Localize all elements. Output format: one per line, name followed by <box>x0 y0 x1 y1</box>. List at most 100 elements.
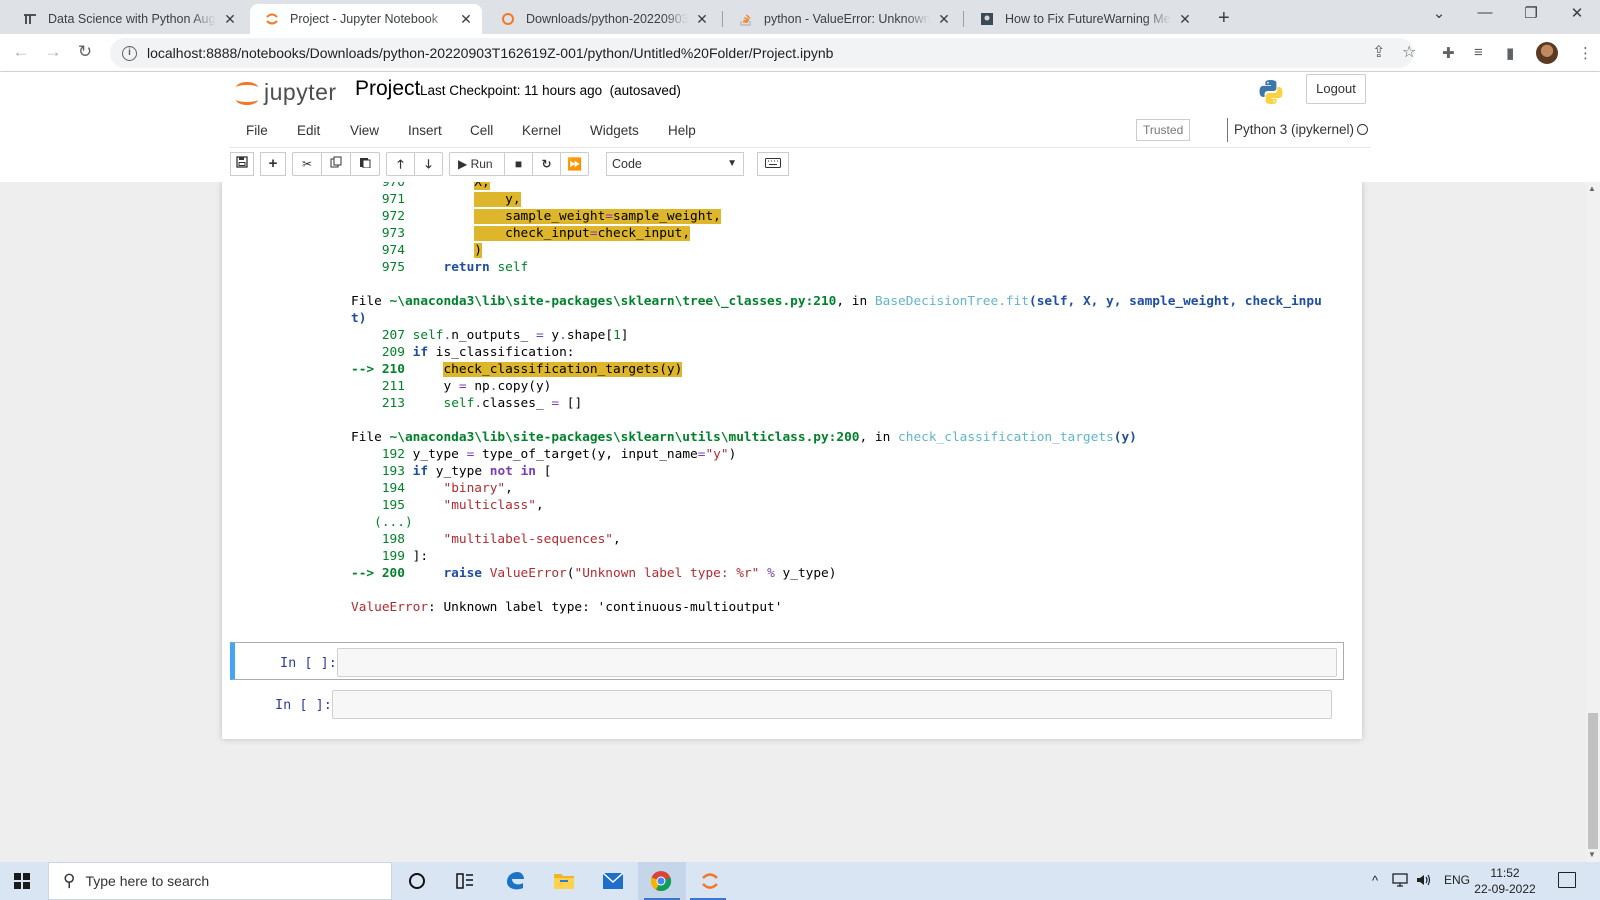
cell-prompt: In [ ]: <box>275 697 332 713</box>
menu-widgets[interactable]: Widgets <box>590 123 639 138</box>
extensions-icon[interactable]: ✚ <box>1442 44 1455 62</box>
move-down-button[interactable]: 🡓 <box>414 152 443 176</box>
arrow-down-icon: 🡓 <box>425 157 432 171</box>
run-label: Run <box>470 157 493 171</box>
restart-button[interactable]: ↻ <box>532 152 561 176</box>
restart-icon: ↻ <box>541 157 552 171</box>
save-icon <box>236 156 248 168</box>
scrollbar-thumb[interactable] <box>1588 713 1598 849</box>
new-tab-icon[interactable]: + <box>1218 7 1230 30</box>
jupyter-logo[interactable]: jupyter <box>236 78 337 106</box>
code-cell-selected[interactable]: In [ ]: <box>230 642 1344 680</box>
taskbar-clock[interactable]: 11:52 22-09-2022 <box>1470 865 1540 897</box>
browser-tab-2[interactable]: Project - Jupyter Notebook ✕ <box>250 4 482 34</box>
autosave-text: (autosaved) <box>609 83 681 98</box>
browser-tab-5[interactable]: How to Fix FutureWarning Messa ✕ <box>965 4 1201 34</box>
run-button[interactable]: ▶ Run <box>449 152 505 176</box>
page-scrollbar[interactable]: ▲ ▼ <box>1586 182 1600 862</box>
paste-button[interactable] <box>350 152 380 176</box>
show-hidden-icons-icon[interactable]: ^ <box>1372 873 1378 888</box>
share-icon[interactable]: ⇪ <box>1372 42 1385 62</box>
browser-menu-icon[interactable]: ⋮ <box>1578 44 1593 62</box>
chrome-icon[interactable] <box>648 868 674 894</box>
checkpoint-status: Last Checkpoint: 11 hours ago (autosaved… <box>420 83 681 98</box>
file-explorer-icon[interactable] <box>551 868 577 894</box>
move-up-button[interactable]: 🡑 <box>386 152 415 176</box>
menu-file[interactable]: File <box>246 123 268 138</box>
clock-date: 22-09-2022 <box>1474 882 1536 896</box>
site-info-icon[interactable]: i <box>122 45 137 61</box>
browser-tab-strip: Data Science with Python August ✕ Projec… <box>0 0 1600 34</box>
menu-edit[interactable]: Edit <box>297 123 320 138</box>
network-icon[interactable] <box>1392 873 1408 890</box>
trusted-indicator[interactable]: Trusted <box>1136 119 1191 141</box>
close-icon[interactable]: ✕ <box>222 11 238 28</box>
tab-search-icon[interactable]: ⌄ <box>1416 4 1462 22</box>
close-icon[interactable]: ✕ <box>458 11 474 28</box>
side-panel-icon[interactable]: ▮ <box>1506 44 1514 62</box>
kernel-status-icon <box>1357 124 1368 135</box>
scroll-up-icon[interactable]: ▲ <box>1588 184 1596 193</box>
forward-icon[interactable]: → <box>42 42 64 62</box>
python-logo-icon <box>1259 80 1283 104</box>
clock-time: 11:52 <box>1490 866 1520 880</box>
menu-kernel[interactable]: Kernel <box>522 123 561 138</box>
notebook-name[interactable]: Project <box>355 77 420 101</box>
command-palette-button[interactable] <box>757 152 789 176</box>
copy-button[interactable] <box>321 152 351 176</box>
search-icon: ⚲ <box>63 871 76 890</box>
tab-separator <box>722 11 723 27</box>
tab-title: How to Fix FutureWarning Messa <box>1005 12 1171 26</box>
taskbar-search[interactable]: ⚲ Type here to search <box>48 862 392 900</box>
edge-icon[interactable] <box>502 868 528 894</box>
task-view-icon[interactable] <box>452 868 478 894</box>
logout-button[interactable]: Logout <box>1306 74 1366 104</box>
close-icon[interactable]: ✕ <box>694 11 710 28</box>
cell-type-select[interactable]: Code ▼ <box>606 152 744 176</box>
reading-list-icon[interactable]: ≡ <box>1474 44 1483 61</box>
browser-tab-4[interactable]: python - ValueError: Unknown la ✕ <box>724 4 960 34</box>
back-icon[interactable]: ← <box>10 42 32 62</box>
insert-cell-button[interactable]: + <box>260 152 286 176</box>
notebook-scroll-area[interactable]: 970 X, 971 y, 972 sample_weight=sample_w… <box>0 182 1586 862</box>
cell-input[interactable] <box>332 690 1332 719</box>
language-indicator[interactable]: ENG <box>1444 873 1470 887</box>
url-text[interactable]: localhost:8888/notebooks/Downloads/pytho… <box>147 45 833 61</box>
cut-button[interactable]: ✂ <box>292 152 322 176</box>
bookmark-star-icon[interactable]: ☆ <box>1402 42 1416 62</box>
notification-center-icon[interactable] <box>1558 872 1576 888</box>
close-icon[interactable]: ✕ <box>1177 11 1193 28</box>
profile-avatar[interactable] <box>1536 42 1558 64</box>
code-cell[interactable]: In [ ]: <box>230 685 1344 723</box>
volume-icon[interactable] <box>1416 873 1432 890</box>
menu-help[interactable]: Help <box>668 123 696 138</box>
tab-separator <box>963 11 964 27</box>
minimize-icon[interactable]: — <box>1462 4 1508 21</box>
cortana-icon[interactable] <box>404 868 430 894</box>
reload-icon[interactable]: ↻ <box>74 42 96 62</box>
jupyter-header: jupyter Project Last Checkpoint: 11 hour… <box>0 72 1600 182</box>
menu-view[interactable]: View <box>350 123 379 138</box>
notebook-container: 970 X, 971 y, 972 sample_weight=sample_w… <box>222 182 1362 739</box>
restore-icon[interactable]: ❐ <box>1508 4 1554 22</box>
address-bar[interactable]: i localhost:8888/notebooks/Downloads/pyt… <box>110 38 1414 68</box>
tab-title: Data Science with Python August <box>48 12 216 26</box>
notebook-menubar: File Edit View Insert Cell Kernel Widget… <box>230 114 1370 148</box>
scroll-down-icon[interactable]: ▼ <box>1588 850 1596 859</box>
close-icon[interactable]: ✕ <box>936 11 952 28</box>
menu-cell[interactable]: Cell <box>470 123 493 138</box>
restart-run-all-button[interactable]: ⏩ <box>560 152 589 176</box>
cell-input[interactable] <box>337 648 1337 677</box>
windows-start-icon[interactable] <box>14 873 30 889</box>
menu-insert[interactable]: Insert <box>408 123 442 138</box>
save-button[interactable] <box>230 152 254 176</box>
interrupt-button[interactable]: ■ <box>504 152 533 176</box>
chevron-down-icon: ▼ <box>727 158 737 169</box>
jupyter-taskbar-icon[interactable] <box>697 868 723 894</box>
document-icon <box>22 11 38 27</box>
browser-tab-1[interactable]: Data Science with Python August ✕ <box>8 4 246 34</box>
browser-tab-3[interactable]: Downloads/python-20220903T1 ✕ <box>486 4 718 34</box>
window-close-icon[interactable]: ✕ <box>1554 4 1600 22</box>
kernel-name[interactable]: Python 3 (ipykernel) <box>1227 118 1354 142</box>
mail-icon[interactable] <box>600 868 626 894</box>
